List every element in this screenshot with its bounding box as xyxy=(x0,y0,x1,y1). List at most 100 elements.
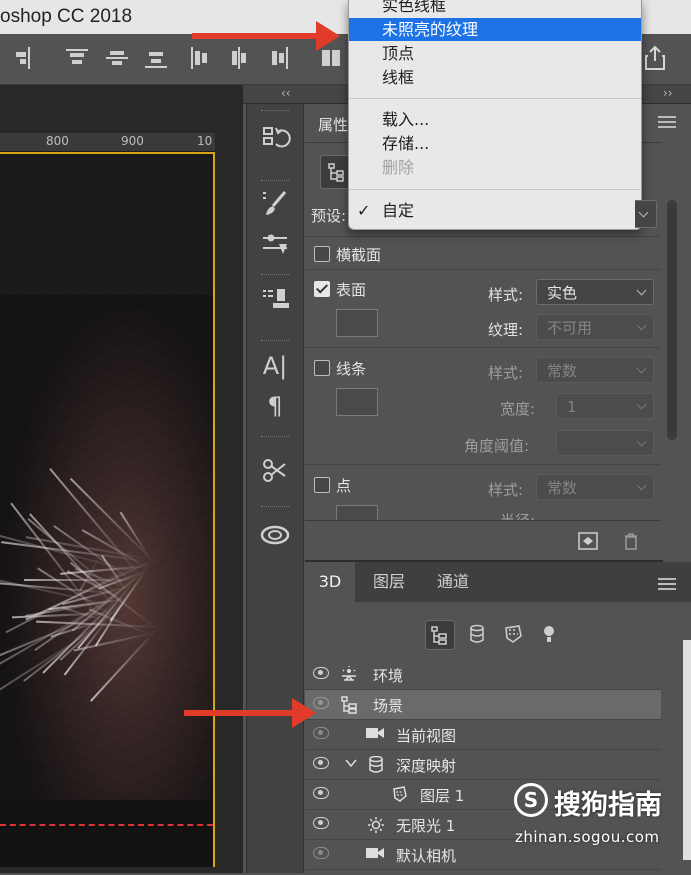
ground-plane xyxy=(0,800,213,867)
brush-presets-icon[interactable] xyxy=(255,184,295,224)
tab-3d[interactable]: 3D xyxy=(305,562,355,602)
lines-style-value: 常数 xyxy=(547,362,578,380)
mesh-filter-icon[interactable] xyxy=(463,620,491,648)
infinite-light-icon xyxy=(367,816,385,837)
character-icon[interactable]: A| xyxy=(255,346,295,386)
chevron-down-icon[interactable] xyxy=(345,756,357,772)
layer-name: 场景 xyxy=(373,697,404,715)
layer-row-depth-map[interactable]: 深度映射 xyxy=(305,750,661,780)
annotation-arrow xyxy=(192,21,340,51)
align-right-icon[interactable] xyxy=(268,47,290,69)
chevron-down-icon xyxy=(636,399,647,410)
scene-filter-icon[interactable] xyxy=(425,620,455,650)
lines-style-label: 样式: xyxy=(488,364,524,382)
points-checkbox[interactable] xyxy=(314,477,330,493)
paragraph-icon[interactable]: ¶ xyxy=(255,386,295,426)
layer-name: 图层 1 xyxy=(420,787,465,805)
properties-footer xyxy=(305,520,661,560)
tab-layers[interactable]: 图层 xyxy=(358,562,420,602)
adjustments-icon[interactable] xyxy=(255,224,295,264)
layer-row-environment[interactable]: 环境 xyxy=(305,660,661,690)
panel-menu-icon[interactable] xyxy=(658,116,676,130)
creative-cloud-libraries-icon[interactable] xyxy=(255,514,295,554)
menu-item-wireframe[interactable]: 线框 xyxy=(349,66,641,89)
layer-row-current-view[interactable]: 当前视图 xyxy=(305,720,661,750)
visibility-eye-icon[interactable] xyxy=(313,787,329,799)
texture-value: 不可用 xyxy=(547,319,593,337)
lines-style-select[interactable]: 常数 xyxy=(536,357,654,383)
chevron-down-icon xyxy=(638,207,649,218)
properties-tab-label: 属性 xyxy=(318,116,349,134)
watermark-brand: 搜狗指南 xyxy=(554,790,662,821)
history-icon[interactable] xyxy=(255,118,295,158)
3d-image-content[interactable] xyxy=(0,295,213,805)
layer-row-scene[interactable]: 场景 xyxy=(305,690,661,720)
menu-item-unlit-texture[interactable]: 未照亮的纹理 xyxy=(349,18,641,41)
cross-section-checkbox[interactable] xyxy=(314,246,330,262)
chevron-down-icon xyxy=(636,320,647,331)
align-horizontal-centers-icon[interactable] xyxy=(228,47,250,69)
texture-label: 纹理: xyxy=(488,321,524,339)
app-title: oshop CC 2018 xyxy=(0,6,133,27)
menu-item-vertices[interactable]: 顶点 xyxy=(349,42,641,65)
points-style-select[interactable]: 常数 xyxy=(536,474,654,500)
points-radius-label: 半径: xyxy=(500,510,535,520)
lines-checkbox[interactable] xyxy=(314,360,330,376)
visibility-eye-icon[interactable] xyxy=(313,817,329,829)
light-filter-icon[interactable] xyxy=(535,620,563,648)
lines-width-value: 1 xyxy=(567,398,577,416)
surface-color-swatch[interactable] xyxy=(336,309,378,337)
ruler-tick-label: 800 xyxy=(46,134,69,148)
watermark-url: zhinan.sogou.com xyxy=(515,828,660,846)
points-style-label: 样式: xyxy=(488,481,524,499)
tab-channels[interactable]: 通道 xyxy=(422,562,484,602)
menu-item-custom[interactable]: ✓ 自定 xyxy=(349,199,641,222)
layer-name: 无限光 1 xyxy=(396,817,456,835)
align-left-edges-icon[interactable] xyxy=(189,47,211,69)
align-top-edges-icon[interactable] xyxy=(66,47,88,69)
points-label: 点 xyxy=(336,477,352,495)
menu-item-solid-wireframe[interactable]: 实色线框 xyxy=(349,0,641,17)
camera-icon xyxy=(365,726,385,743)
surface-checkbox[interactable] xyxy=(314,281,330,297)
points-color-swatch[interactable] xyxy=(336,505,378,520)
align-vertical-centers-icon[interactable] xyxy=(106,47,128,69)
surface-label: 表面 xyxy=(336,281,367,299)
surface-style-label: 样式: xyxy=(488,286,524,304)
align-right-edges-icon[interactable] xyxy=(14,47,36,69)
texture-select[interactable]: 不可用 xyxy=(536,314,654,340)
light-streak xyxy=(119,511,150,558)
visibility-eye-icon[interactable] xyxy=(313,757,329,769)
mesh-icon xyxy=(368,755,384,777)
sogou-logo-icon: S xyxy=(514,783,548,817)
camera-icon xyxy=(365,846,385,863)
collapse-right-icon[interactable]: ›› xyxy=(663,86,673,100)
collapse-left-icon[interactable]: ‹‹ xyxy=(281,86,291,100)
clone-source-icon[interactable] xyxy=(255,280,295,320)
visibility-eye-icon[interactable] xyxy=(313,667,329,679)
surface-style-select[interactable]: 实色 xyxy=(536,279,654,305)
panel-icon-strip: A| ¶ xyxy=(246,104,304,873)
annotation-arrow xyxy=(184,698,316,728)
menu-item-save[interactable]: 存储... xyxy=(349,132,641,155)
tool-presets-icon[interactable] xyxy=(255,450,295,490)
share-icon[interactable] xyxy=(640,44,670,72)
delete-icon[interactable] xyxy=(621,531,641,551)
layer-name: 环境 xyxy=(373,667,404,685)
align-bottom-edges-icon[interactable] xyxy=(145,47,167,69)
menu-item-load[interactable]: 载入... xyxy=(349,108,641,131)
angle-threshold-field[interactable] xyxy=(556,430,654,456)
render-icon[interactable] xyxy=(577,531,599,551)
visibility-eye-icon[interactable] xyxy=(313,847,329,859)
layer-name: 深度映射 xyxy=(396,757,457,775)
chevron-down-icon xyxy=(636,285,647,296)
preset-select-button[interactable] xyxy=(635,200,657,228)
panel-menu-icon[interactable] xyxy=(658,578,676,592)
material-filter-icon[interactable] xyxy=(499,620,527,648)
ruler-tick-label: 900 xyxy=(121,134,144,148)
properties-scrollbar[interactable] xyxy=(667,200,677,440)
visibility-eye-icon[interactable] xyxy=(313,727,329,739)
material-icon xyxy=(392,786,408,805)
lines-color-swatch[interactable] xyxy=(336,388,378,416)
lines-width-field[interactable]: 1 xyxy=(556,393,654,419)
